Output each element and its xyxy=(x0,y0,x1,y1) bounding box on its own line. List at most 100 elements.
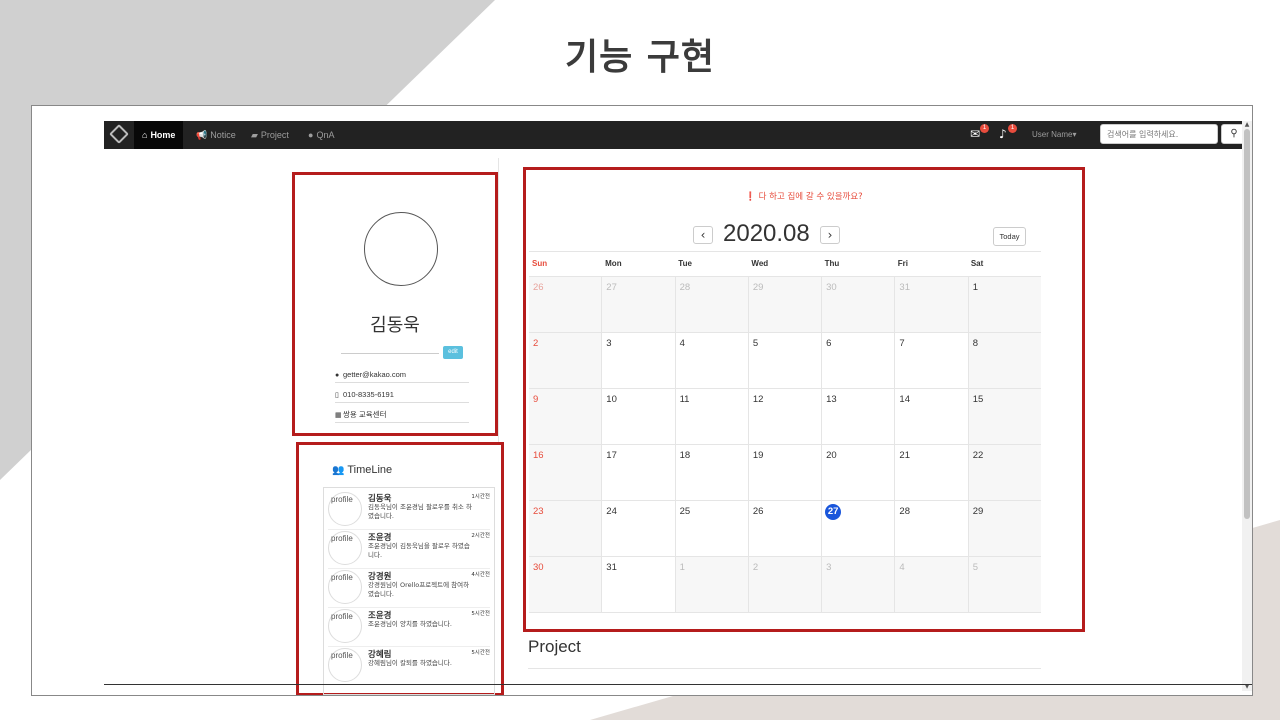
calendar-day-cell[interactable]: 30 xyxy=(822,277,896,332)
calendar-day-cell[interactable]: 5 xyxy=(749,333,823,388)
nav-notice-label: Notice xyxy=(210,130,236,140)
calendar-day-cell[interactable]: 17 xyxy=(602,445,676,500)
nav-home[interactable]: ⌂ Home xyxy=(134,121,184,149)
question-icon: ● xyxy=(308,130,314,140)
calendar-day-cell[interactable]: 4 xyxy=(895,557,969,612)
nav-qna[interactable]: ● QnA xyxy=(300,121,342,149)
nav-home-label: Home xyxy=(150,130,176,140)
timeline-item[interactable]: profile 강혜림 5시간전 강혜림님이 칼퇴를 하였습니다. xyxy=(328,648,490,686)
project-section-title: Project xyxy=(528,637,581,656)
weekday-label: Tue xyxy=(678,259,692,268)
calendar-day-cell[interactable]: 4 xyxy=(676,333,749,388)
calendar-day-cell[interactable]: 19 xyxy=(749,445,823,500)
scroll-up-icon[interactable]: ▲ xyxy=(1242,121,1252,129)
calendar-day-cell[interactable]: 22 xyxy=(968,445,1041,500)
calendar-day-cell[interactable]: 2 xyxy=(529,333,603,388)
calendar-day-number: 29 xyxy=(752,282,764,293)
calendar-day-cell[interactable]: 9 xyxy=(529,389,603,444)
calendar-day-cell[interactable]: 15 xyxy=(968,389,1041,444)
slide-title: 기능 구현 xyxy=(564,37,715,78)
megaphone-icon: 📢 xyxy=(196,130,208,140)
calendar-day-cell[interactable]: 12 xyxy=(749,389,823,444)
calendar-day-cell[interactable]: 1 xyxy=(675,557,749,612)
calendar-day-cell[interactable]: 28 xyxy=(675,277,749,332)
timeline-heading: 👥 TimeLine xyxy=(332,464,392,476)
calendar-day-cell[interactable]: 2 xyxy=(748,557,823,612)
calendar-day-cell[interactable]: 11 xyxy=(676,389,749,444)
calendar-day-cell[interactable]: 7 xyxy=(895,333,969,388)
calendar-day-cell[interactable]: 13 xyxy=(822,389,896,444)
timeline-panel: 👥 TimeLine profile 김동욱 1시간전 김동욱님이 조윤경님 팔… xyxy=(296,442,504,695)
weekday-label: Sun xyxy=(532,259,548,268)
calendar-day-number: 31 xyxy=(899,282,910,293)
avatar[interactable] xyxy=(364,212,438,286)
weekday-label: Fri xyxy=(897,259,908,268)
calendar-weeks: 26 27 28 29 30 31 1 2 3 4 5 6 7 8 9 10 11 12 13 14 15 16 17 18 1… xyxy=(529,277,1041,613)
calendar-day-cell[interactable]: 27 xyxy=(822,501,896,556)
profile-name: 김동욱 xyxy=(370,315,420,336)
calendar-day-cell[interactable]: 3 xyxy=(822,557,896,612)
calendar-day-cell[interactable]: 24 xyxy=(602,501,676,556)
search-input[interactable] xyxy=(1100,124,1218,144)
timeline-item[interactable]: profile 강경원 4시간전 강경원님이 Orello프로젝트에 참여하였습… xyxy=(328,570,490,608)
calendar-grid: Sun Mon Tue Wed Thu Fri Sat 26 27 28 29 30 31… xyxy=(529,251,1041,613)
calendar-day-cell[interactable]: 6 xyxy=(822,333,896,388)
calendar-day-cell[interactable]: 29 xyxy=(748,277,823,332)
calendar-day-cell[interactable]: 30 xyxy=(529,557,603,612)
calendar-day-cell[interactable]: 8 xyxy=(968,333,1041,388)
calendar-week-row: 23 24 25 26 27 28 29 xyxy=(529,501,1041,557)
notification-button[interactable]: ♪ xyxy=(999,127,1007,141)
user-clock-icon: 👥 xyxy=(332,465,345,476)
calendar-week-row: 26 27 28 29 30 31 1 xyxy=(529,277,1041,333)
calendar-day-cell[interactable]: 10 xyxy=(602,389,676,444)
timeline-list[interactable]: profile 김동욱 1시간전 김동욱님이 조윤경님 팔로우를 취소 하였습니… xyxy=(323,487,495,695)
calendar-day-cell[interactable]: 31 xyxy=(602,557,676,612)
timeline-item[interactable]: profile 김동욱 1시간전 김동욱님이 조윤경님 팔로우를 취소 하였습니… xyxy=(328,492,490,530)
user-menu[interactable]: User Name▾ xyxy=(1032,121,1076,149)
calendar-day-cell[interactable]: 25 xyxy=(676,501,749,556)
mail-button[interactable]: ✉ xyxy=(970,127,980,141)
logo-icon[interactable] xyxy=(109,124,129,144)
timeline-item[interactable]: profile 조윤경 2시간전 조윤경님이 김동욱님을 팔로우 하였습니다. xyxy=(328,531,490,569)
calendar-day-number: 24 xyxy=(606,506,617,517)
nav-notice[interactable]: 📢 Notice xyxy=(188,121,244,149)
next-month-button[interactable]: › xyxy=(820,226,840,244)
prev-month-button[interactable]: ‹ xyxy=(693,226,713,244)
chevron-right-icon: › xyxy=(827,228,833,242)
calendar-day-cell[interactable]: 3 xyxy=(602,333,676,388)
calendar-day-cell[interactable]: 27 xyxy=(602,277,676,332)
calendar-day-cell[interactable]: 1 xyxy=(968,277,1041,332)
calendar-day-cell[interactable]: 28 xyxy=(895,501,969,556)
mobile-icon: ▯ xyxy=(335,392,339,399)
timeline-item-time: 5시간전 xyxy=(471,611,490,617)
phone-row: ▯ 010-8335-6191 xyxy=(335,389,469,403)
calendar-day-cell[interactable]: 23 xyxy=(529,501,603,556)
calendar-day-cell[interactable]: 14 xyxy=(895,389,969,444)
calendar-day-number: 3 xyxy=(606,338,612,349)
calendar-day-cell[interactable]: 5 xyxy=(968,557,1041,612)
calendar-day-cell[interactable]: 26 xyxy=(529,277,603,332)
calendar-day-cell[interactable]: 18 xyxy=(676,445,749,500)
nav-project[interactable]: ▰ Project xyxy=(243,121,297,149)
today-button[interactable]: Today xyxy=(993,227,1026,246)
calendar-day-cell[interactable]: 20 xyxy=(822,445,896,500)
calendar-week-row: 9 10 11 12 13 14 15 xyxy=(529,389,1041,445)
vertical-scrollbar[interactable]: ▲ ▼ xyxy=(1242,121,1252,691)
calendar-week-row: 30 31 1 2 3 4 5 xyxy=(529,557,1041,613)
edit-button[interactable]: edit xyxy=(443,346,463,359)
calendar-day-cell[interactable]: 31 xyxy=(895,277,969,332)
exclamation-circle-icon: ❗ xyxy=(745,192,756,202)
calendar-day-number: 27 xyxy=(606,282,617,293)
calendar-day-cell[interactable]: 29 xyxy=(968,501,1041,556)
calendar-day-number: 19 xyxy=(752,450,764,461)
scroll-thumb[interactable] xyxy=(1244,129,1250,519)
calendar-day-cell[interactable]: 21 xyxy=(895,445,969,500)
status-message-field[interactable] xyxy=(341,353,439,354)
caret-down-icon: ▾ xyxy=(1072,130,1077,139)
org-text: 쌍용 교육센터 xyxy=(343,410,387,419)
calendar-alert-text: 다 하고 집에 갈 수 있을까요? xyxy=(758,192,863,202)
timeline-item[interactable]: profile 조윤경 5시간전 조윤경님이 양치를 하였습니다. xyxy=(328,609,490,647)
calendar-day-cell[interactable]: 26 xyxy=(749,501,823,556)
calendar-day-number: 7 xyxy=(899,338,905,349)
calendar-day-cell[interactable]: 16 xyxy=(529,445,603,500)
